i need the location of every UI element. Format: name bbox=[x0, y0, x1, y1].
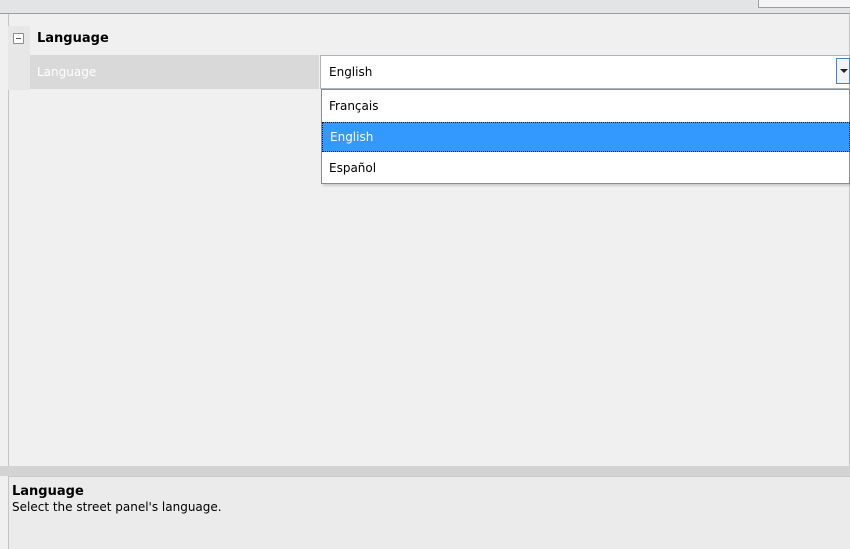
property-row-language[interactable]: Language English bbox=[30, 55, 850, 89]
help-title: Language bbox=[12, 484, 84, 499]
category-label: Language bbox=[37, 31, 109, 46]
collapse-minus-icon[interactable] bbox=[13, 33, 24, 44]
top-toolbar-strip bbox=[0, 0, 850, 14]
help-description: Select the street panel's language. bbox=[12, 500, 222, 514]
help-pane: Language Select the street panel's langu… bbox=[8, 476, 850, 549]
property-value-select[interactable]: English bbox=[320, 55, 850, 89]
dropdown-arrow-icon[interactable] bbox=[836, 58, 850, 84]
category-row-language[interactable]: Language bbox=[8, 26, 850, 54]
property-name: Language bbox=[30, 55, 319, 89]
help-pane-splitter[interactable] bbox=[0, 466, 850, 476]
dropdown-option-espanol[interactable]: Español bbox=[322, 153, 850, 184]
dropdown-option-english[interactable]: English bbox=[322, 122, 850, 152]
language-dropdown-list: Français English Español bbox=[321, 89, 850, 184]
tab-edge bbox=[758, 0, 850, 8]
dropdown-option-francais[interactable]: Français bbox=[322, 91, 850, 122]
